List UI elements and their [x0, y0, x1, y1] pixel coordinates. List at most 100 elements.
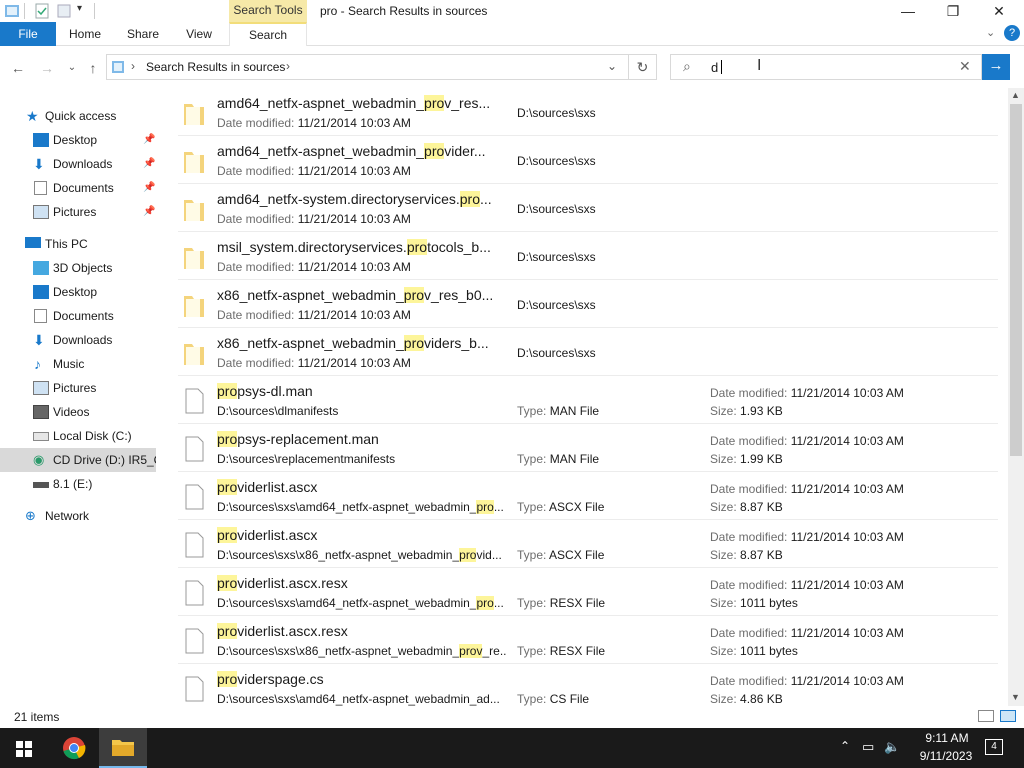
clock-time[interactable]: 9:11 AM — [912, 731, 982, 745]
back-arrow-icon[interactable]: ← — [8, 58, 28, 78]
nav-3d-objects[interactable]: 3D Objects — [0, 256, 160, 280]
file-icon — [182, 627, 206, 655]
folder-row[interactable]: x86_netfx-aspnet_webadmin_providers_b...… — [178, 328, 998, 376]
expand-ribbon-chevron-icon[interactable]: ⌄ — [986, 26, 995, 39]
search-input[interactable]: d — [711, 60, 718, 75]
clock-date[interactable]: 9/11/2023 — [906, 749, 986, 763]
item-date: Date modified: 11/21/2014 10:03 AM — [217, 356, 411, 370]
refresh-icon[interactable]: ↻ — [629, 54, 657, 80]
breadcrumb-chevron-icon[interactable]: › — [286, 59, 290, 73]
desktop-icon — [33, 285, 49, 299]
nav-quick-documents[interactable]: Documents 📌 — [0, 176, 160, 200]
nav-documents[interactable]: Documents — [0, 304, 160, 328]
item-location: D:\sources\sxs — [517, 154, 596, 168]
recent-locations-chevron-icon[interactable]: ⌄ — [62, 58, 82, 78]
scroll-up-icon[interactable]: ▲ — [1011, 90, 1020, 100]
nav-drive-e[interactable]: 8.1 (E:) — [0, 472, 160, 496]
show-hidden-icons-chevron-icon[interactable]: ⌃ — [840, 739, 850, 753]
folder-icon — [182, 291, 206, 319]
nav-label: Desktop — [53, 133, 98, 147]
file-row[interactable]: providerspage.cs D:\sources\sxs\amd64_ne… — [178, 664, 998, 706]
folder-row[interactable]: msil_system.directoryservices.protocols_… — [178, 232, 998, 280]
help-icon[interactable]: ? — [1004, 25, 1020, 41]
star-icon: ★ — [26, 108, 39, 124]
tab-view[interactable]: View — [174, 22, 224, 46]
close-icon[interactable]: ✕ — [976, 0, 1022, 22]
file-row[interactable]: providerlist.ascx.resx D:\sources\sxs\x8… — [178, 616, 998, 664]
file-row[interactable]: propsys-replacement.man D:\sources\repla… — [178, 424, 998, 472]
breadcrumb[interactable]: Search Results in sources — [146, 60, 285, 74]
search-box[interactable]: ⌕ d I ✕ — [670, 54, 982, 80]
clear-search-icon[interactable]: ✕ — [959, 58, 971, 75]
tab-share[interactable]: Share — [118, 22, 168, 46]
minimize-icon[interactable]: — — [885, 0, 931, 22]
file-row[interactable]: providerlist.ascx D:\sources\sxs\x86_net… — [178, 520, 998, 568]
pin-icon[interactable]: 📌 — [143, 128, 155, 152]
tab-search[interactable]: Search — [229, 22, 307, 46]
tiles-view-icon[interactable] — [1000, 710, 1016, 722]
pictures-icon — [33, 381, 49, 395]
folder-row[interactable]: amd64_netfx-system.directoryservices.pro… — [178, 184, 998, 232]
file-row[interactable]: propsys-dl.man D:\sources\dlmanifests Ty… — [178, 376, 998, 424]
item-size: Size: 8.87 KB — [710, 548, 783, 562]
nav-pictures[interactable]: Pictures — [0, 376, 160, 400]
pin-icon[interactable]: 📌 — [143, 176, 155, 200]
properties-icon[interactable] — [34, 3, 50, 19]
item-path: D:\sources\sxs\x86_netfx-aspnet_webadmin… — [217, 644, 507, 658]
folder-row[interactable]: amd64_netfx-aspnet_webadmin_provider... … — [178, 136, 998, 184]
file-icon — [182, 435, 206, 463]
nav-quick-downloads[interactable]: ⬇ Downloads 📌 — [0, 152, 160, 176]
pin-icon[interactable]: 📌 — [143, 200, 155, 224]
explorer-app-icon[interactable] — [4, 3, 20, 19]
nav-this-pc[interactable]: This PC — [0, 232, 160, 256]
new-folder-icon[interactable] — [56, 3, 72, 19]
item-path: D:\sources\sxs\amd64_netfx-aspnet_webadm… — [217, 692, 500, 706]
address-dropdown-icon[interactable]: ⌄ — [607, 59, 617, 73]
nav-desktop[interactable]: Desktop — [0, 280, 160, 304]
details-view-icon[interactable] — [978, 710, 994, 722]
up-arrow-icon[interactable]: ↑ — [83, 58, 103, 78]
nav-label: Network — [45, 509, 90, 523]
search-go-arrow-icon[interactable]: → — [982, 54, 1010, 80]
forward-arrow-icon[interactable]: → — [37, 58, 57, 78]
folder-row[interactable]: x86_netfx-aspnet_webadmin_prov_res_b0...… — [178, 280, 998, 328]
file-row[interactable]: providerlist.ascx D:\sources\sxs\amd64_n… — [178, 472, 998, 520]
network-icon[interactable]: ▭ — [862, 739, 874, 755]
tab-home[interactable]: Home — [60, 22, 110, 46]
file-explorer-taskbar-button[interactable] — [99, 728, 147, 768]
windows-start-icon[interactable] — [16, 741, 32, 760]
volume-muted-icon[interactable]: 🔈 — [884, 739, 900, 755]
scrollbar-thumb[interactable] — [1010, 104, 1022, 456]
tab-file[interactable]: File — [0, 22, 56, 46]
search-icon: ⌕ — [683, 58, 691, 74]
nav-quick-desktop[interactable]: Desktop 📌 — [0, 128, 160, 152]
scroll-down-icon[interactable]: ▼ — [1011, 692, 1020, 702]
item-location: D:\sources\sxs — [517, 106, 596, 120]
nav-videos[interactable]: Videos — [0, 400, 160, 424]
chrome-icon[interactable] — [62, 736, 86, 763]
nav-local-disk-c[interactable]: Local Disk (C:) — [0, 424, 160, 448]
customize-qat-chevron-icon[interactable]: ▾ — [77, 3, 82, 14]
folder-row[interactable]: amd64_netfx-aspnet_webadmin_prov_res... … — [178, 88, 998, 136]
nav-music[interactable]: ♪ Music — [0, 352, 160, 376]
nav-label: 3D Objects — [53, 261, 113, 275]
notifications-icon[interactable]: 4 — [985, 739, 1003, 755]
address-bar[interactable]: › Search Results in sources › ⌄ — [106, 54, 629, 80]
maximize-icon[interactable]: ❐ — [930, 0, 976, 22]
item-size: Size: 4.86 KB — [710, 692, 783, 706]
item-type: Type: MAN File — [517, 452, 600, 466]
nav-quick-pictures[interactable]: Pictures 📌 — [0, 200, 160, 224]
title-bar — [0, 0, 1024, 22]
search-results-list: amd64_netfx-aspnet_webadmin_prov_res... … — [178, 88, 1008, 706]
network-icon: ⊕ — [25, 508, 36, 523]
nav-label: Pictures — [53, 381, 97, 395]
nav-quick-access[interactable]: ★ Quick access — [0, 104, 160, 128]
pin-icon[interactable]: 📌 — [143, 152, 155, 176]
nav-downloads[interactable]: ⬇ Downloads — [0, 328, 160, 352]
file-row[interactable]: providerlist.ascx.resx D:\sources\sxs\am… — [178, 568, 998, 616]
item-path: D:\sources\dlmanifests — [217, 404, 339, 418]
item-date: Date modified: 11/21/2014 10:03 AM — [710, 626, 904, 640]
nav-cd-drive-d[interactable]: ◉ CD Drive (D:) IR5_CC — [0, 448, 156, 472]
item-name: amd64_netfx-aspnet_webadmin_prov_res... — [217, 95, 491, 111]
nav-network[interactable]: ⊕ Network — [0, 504, 160, 528]
